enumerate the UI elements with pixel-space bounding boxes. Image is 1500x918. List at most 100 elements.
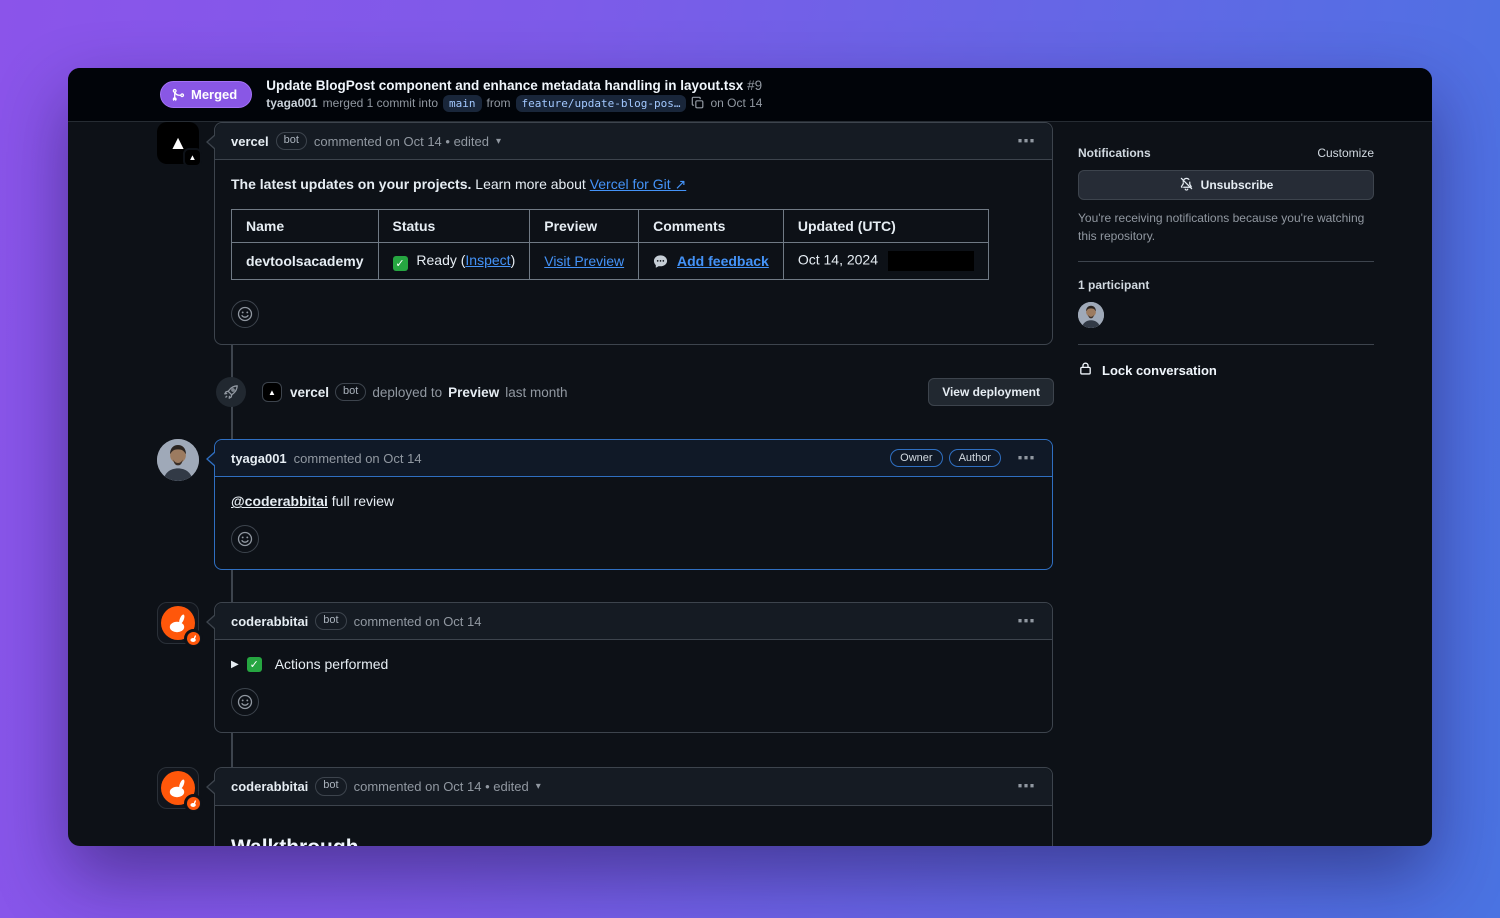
details-label: Actions performed	[275, 656, 389, 672]
rabbit-comment-card: coderabbitai bot commented on Oct 14 ⋯ ▶…	[214, 602, 1053, 733]
user-comment-item: tyaga001 commented on Oct 14 Owner Autho…	[214, 439, 1054, 570]
sidebar-divider	[1078, 344, 1374, 345]
table-row: devtoolsacademy ✓ Ready (Inspect) Visit …	[232, 243, 989, 280]
deploy-environment: Preview	[448, 385, 499, 400]
deploy-author-link[interactable]: vercel	[290, 385, 329, 400]
actions-performed-details-toggle[interactable]: ▶ ✓ Actions performed	[231, 656, 1036, 672]
success-check-icon: ✓	[247, 657, 262, 672]
add-reaction-button[interactable]	[231, 300, 259, 328]
bot-badge: bot	[315, 777, 346, 795]
vercel-comment-header: vercel bot commented on Oct 14 • edited …	[215, 123, 1052, 160]
pr-sidebar: Notifications Customize Unsubscribe You'…	[1078, 122, 1374, 846]
project-name: devtoolsacademy	[246, 253, 364, 269]
col-header-updated: Updated (UTC)	[783, 210, 988, 243]
user-comment-header: tyaga001 commented on Oct 14 Owner Autho…	[215, 440, 1052, 477]
coderabbitai-avatar[interactable]	[157, 767, 199, 809]
notification-notice: You're receiving notifications because y…	[1078, 209, 1374, 245]
timeline-column: ▲ ▲ vercel bot commented on Oct 14 • edi…	[214, 122, 1054, 846]
edited-dropdown-caret-icon[interactable]: ▾	[536, 781, 541, 792]
pr-merge-summary: tyaga001 merged 1 commit into main from …	[266, 95, 762, 112]
copy-branch-icon[interactable]	[691, 96, 705, 110]
comment-meta: commented on Oct 14	[294, 451, 422, 466]
pr-author[interactable]: tyaga001	[266, 96, 317, 110]
vercel-for-git-link[interactable]: Vercel for Git ↗	[590, 176, 687, 192]
visit-preview-link[interactable]: Visit Preview	[544, 253, 624, 269]
ready-check-icon: ✓	[393, 256, 408, 271]
coderabbitai-avatar[interactable]	[157, 602, 199, 644]
deployment-event-row: ▲ vercel bot deployed to Preview last mo…	[214, 377, 1054, 407]
comment-text: @coderabbitai full review	[231, 493, 1036, 509]
updated-date: Oct 14, 2024	[798, 252, 878, 268]
rabbit-comment-body-2: Walkthrough	[215, 806, 1052, 846]
comment-meta: commented on Oct 14	[354, 614, 482, 629]
rabbit-comment-item-2: coderabbitai bot commented on Oct 14 • e…	[214, 767, 1054, 846]
col-header-preview: Preview	[530, 210, 639, 243]
coderabbitai-mention-link[interactable]: @coderabbitai	[231, 493, 328, 509]
vercel-comment-body: The latest updates on your projects. Lea…	[215, 160, 1052, 344]
rabbit-comment-header-2: coderabbitai bot commented on Oct 14 • e…	[215, 768, 1052, 805]
rabbit-comment-card-2: coderabbitai bot commented on Oct 14 • e…	[214, 767, 1053, 846]
vercel-comment-card: vercel bot commented on Oct 14 • edited …	[214, 122, 1053, 345]
details-marker-icon: ▶	[231, 659, 239, 670]
customize-link[interactable]: Customize	[1317, 146, 1374, 160]
deployment-event-text: vercel bot deployed to Preview last mont…	[290, 383, 567, 401]
col-header-status: Status	[378, 210, 530, 243]
owner-badge: Owner	[890, 449, 942, 467]
pr-sticky-header: Merged Update BlogPost component and enh…	[68, 68, 1432, 122]
rabbit-comment-header: coderabbitai bot commented on Oct 14 ⋯	[215, 603, 1052, 640]
pr-conversation-area: ▲ ▲ vercel bot commented on Oct 14 • edi…	[68, 122, 1432, 846]
pr-title: Update BlogPost component and enhance me…	[266, 78, 762, 93]
participant-avatar[interactable]	[1078, 302, 1104, 328]
user-comment-body: @coderabbitai full review	[215, 477, 1052, 569]
vercel-bot-avatar[interactable]: ▲ ▲	[157, 122, 199, 164]
deployments-table: Name Status Preview Comments Updated (UT…	[231, 209, 989, 280]
merged-badge-label: Merged	[191, 87, 237, 102]
redacted-time-box	[888, 251, 974, 271]
tyaga001-avatar[interactable]	[157, 439, 199, 481]
lock-conversation-button[interactable]: Lock conversation	[1078, 361, 1374, 379]
user-comment-card: tyaga001 commented on Oct 14 Owner Autho…	[214, 439, 1053, 570]
comment-author-link[interactable]: vercel	[231, 134, 269, 149]
edited-dropdown-caret-icon[interactable]: ▾	[496, 136, 501, 147]
base-branch-chip[interactable]: main	[443, 95, 482, 112]
comment-options-kebab-icon[interactable]: ⋯	[1017, 453, 1036, 463]
vercel-mini-avatar[interactable]: ▲	[262, 382, 282, 402]
bot-badge: bot	[315, 612, 346, 630]
bot-badge: bot	[335, 383, 366, 401]
add-feedback-link[interactable]: Add feedback	[677, 253, 769, 269]
head-branch-chip[interactable]: feature/update-blog-pos…	[516, 95, 687, 112]
add-reaction-button[interactable]	[231, 688, 259, 716]
github-pr-window: Merged Update BlogPost component and enh…	[68, 68, 1432, 846]
participants-count: 1 participant	[1078, 278, 1374, 292]
coderabbit-integration-badge-icon	[184, 794, 203, 813]
notifications-title: Notifications	[1078, 146, 1151, 160]
pr-number: #9	[747, 78, 762, 93]
view-deployment-button[interactable]: View deployment	[928, 378, 1054, 406]
comment-meta: commented on Oct 14 • edited	[354, 779, 529, 794]
unsubscribe-button[interactable]: Unsubscribe	[1078, 170, 1374, 200]
coderabbit-integration-badge-icon	[184, 629, 203, 648]
comment-options-kebab-icon[interactable]: ⋯	[1017, 136, 1036, 146]
comment-author-link[interactable]: tyaga001	[231, 451, 287, 466]
rabbit-comment-body: ▶ ✓ Actions performed	[215, 640, 1052, 732]
comment-author-link[interactable]: coderabbitai	[231, 614, 308, 629]
vercel-integration-badge-icon: ▲	[183, 148, 202, 167]
comment-author-link[interactable]: coderabbitai	[231, 779, 308, 794]
rabbit-comment-item: coderabbitai bot commented on Oct 14 ⋯ ▶…	[214, 602, 1054, 733]
col-header-name: Name	[232, 210, 379, 243]
col-header-comments: Comments	[639, 210, 784, 243]
comment-options-kebab-icon[interactable]: ⋯	[1017, 781, 1036, 791]
sidebar-divider	[1078, 261, 1374, 262]
comment-meta: commented on Oct 14 • edited	[314, 134, 489, 149]
walkthrough-heading: Walkthrough	[231, 836, 1036, 846]
comment-options-kebab-icon[interactable]: ⋯	[1017, 616, 1036, 626]
vercel-intro-text: The latest updates on your projects. Lea…	[231, 176, 1036, 193]
rocket-icon	[216, 377, 246, 407]
inspect-link[interactable]: Inspect	[465, 252, 510, 268]
add-reaction-button[interactable]	[231, 525, 259, 553]
author-badge: Author	[949, 449, 1001, 467]
bell-slash-icon	[1179, 176, 1194, 194]
bot-badge: bot	[276, 132, 307, 150]
lock-icon	[1078, 361, 1093, 379]
git-merge-icon	[171, 88, 185, 102]
